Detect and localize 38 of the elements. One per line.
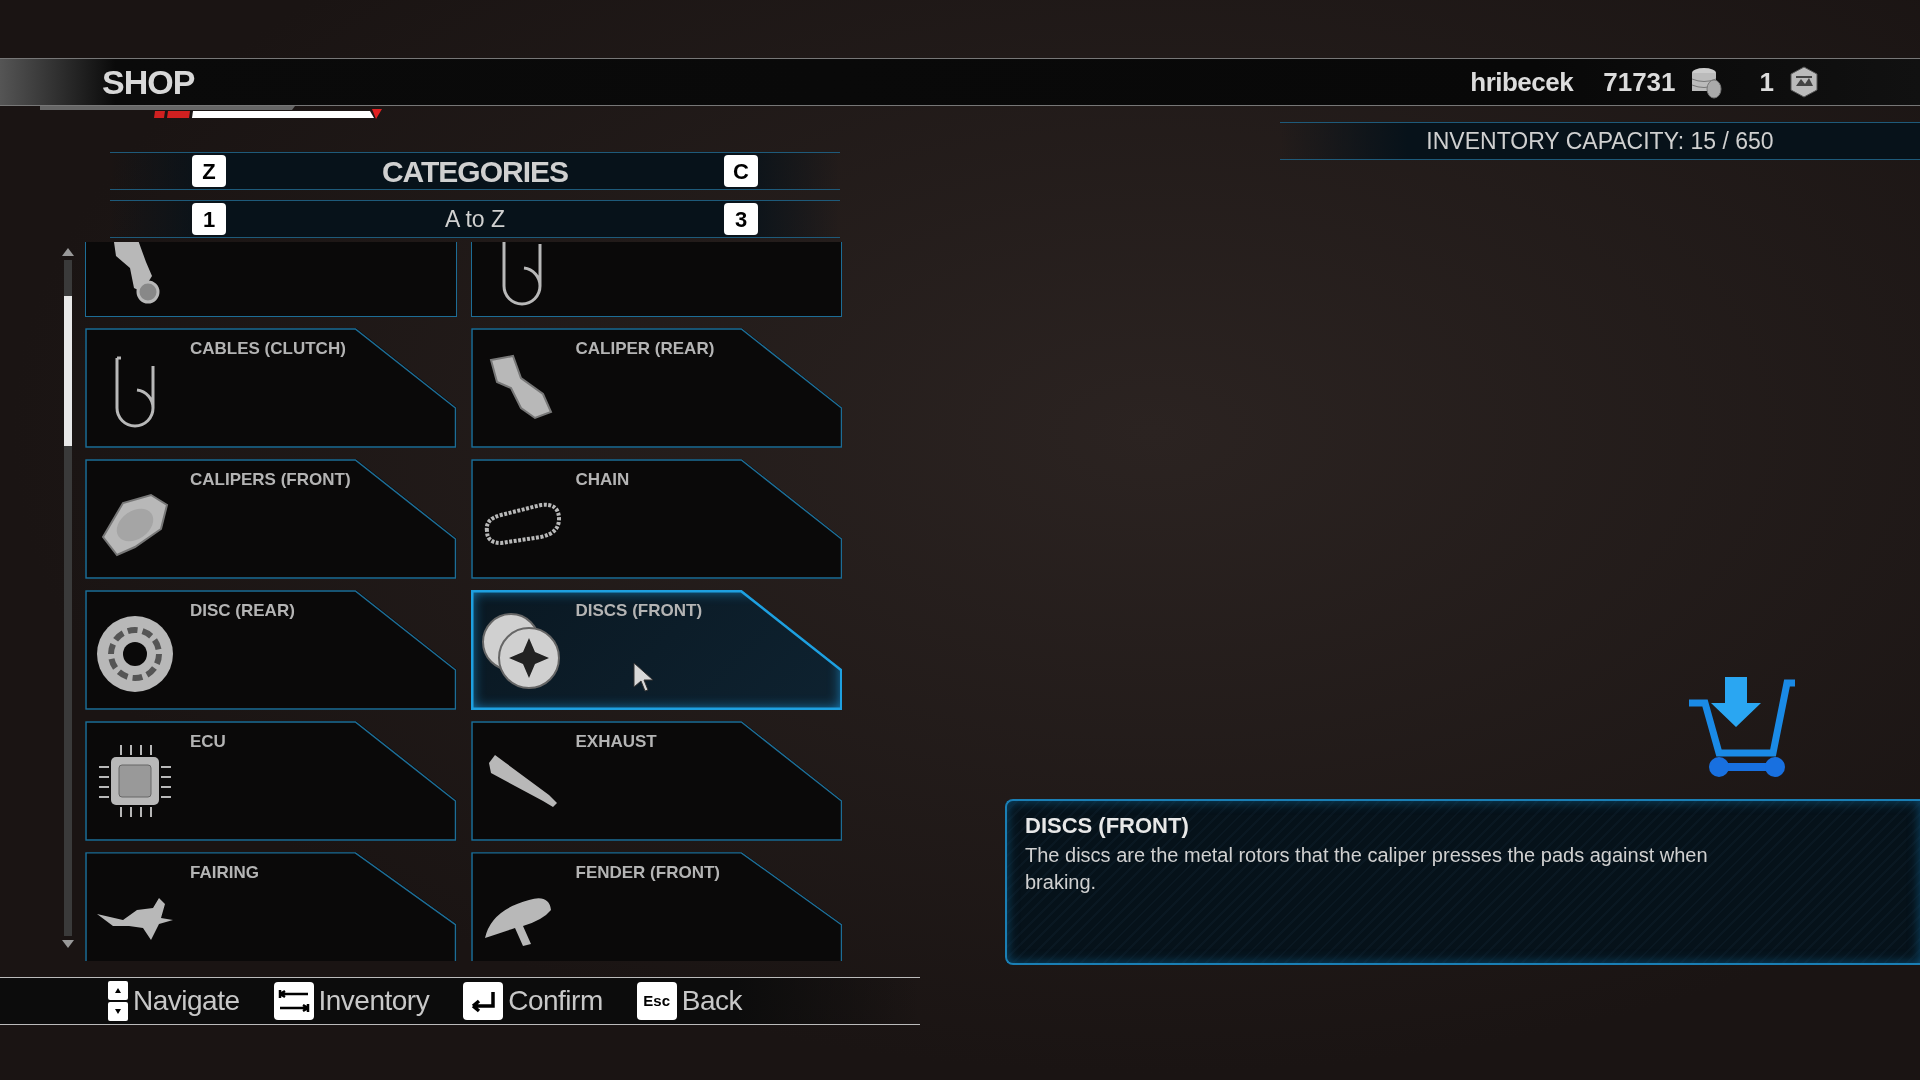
- enter-key-icon: [463, 982, 504, 1020]
- tab-key-icon: [273, 982, 314, 1020]
- inventory-capacity: INVENTORY CAPACITY: 15 / 650: [1426, 126, 1774, 156]
- category-card[interactable]: EXHAUST: [470, 721, 842, 841]
- control-hint: Back: [681, 984, 742, 1018]
- next-key: 3: [724, 203, 758, 235]
- cursor-icon: [632, 662, 655, 692]
- category-card[interactable]: ECU: [85, 721, 457, 841]
- coin-stack-icon: [1689, 65, 1724, 99]
- scroll-down-icon[interactable]: [62, 940, 74, 948]
- arrow-keys-icon: [108, 981, 128, 1021]
- next-key: C: [724, 155, 758, 187]
- categories-title: CATEGORIES: [380, 153, 570, 190]
- page-title: SHOP: [102, 61, 195, 103]
- scrollbar-thumb[interactable]: [64, 296, 72, 446]
- description-text: The discs are the metal rotors that the caliper presses the pads against when braking.: [1025, 843, 1709, 895]
- category-card[interactable]: DISCS (FRONT): [470, 590, 842, 710]
- category-card[interactable]: FENDER (FRONT): [470, 852, 842, 961]
- prev-key: Z: [192, 155, 226, 187]
- description-title: DISCS (FRONT): [1025, 812, 1190, 840]
- category-card[interactable]: CHAIN: [470, 459, 842, 579]
- category-card[interactable]: [85, 242, 457, 317]
- control-hint: Inventory: [318, 984, 430, 1018]
- control-hint: Navigate: [133, 984, 240, 1018]
- esc-key: Esc: [636, 982, 677, 1020]
- category-card[interactable]: DISC (REAR): [85, 590, 457, 710]
- token-count: 1: [1759, 65, 1774, 99]
- category-card[interactable]: CALIPERS (FRONT): [85, 459, 457, 579]
- scroll-up-icon[interactable]: [62, 248, 74, 256]
- username: hribecek: [1470, 65, 1574, 99]
- sort-label: A to Z: [443, 204, 507, 234]
- category-card[interactable]: FAIRING: [85, 852, 457, 961]
- category-card[interactable]: CABLES (CLUTCH): [85, 328, 457, 448]
- prev-key: 1: [192, 203, 226, 235]
- badge-icon: [1788, 66, 1820, 98]
- category-card[interactable]: CALIPER (REAR): [470, 328, 842, 448]
- control-hint: Confirm: [508, 984, 603, 1018]
- credits-amount: 71731: [1603, 65, 1676, 99]
